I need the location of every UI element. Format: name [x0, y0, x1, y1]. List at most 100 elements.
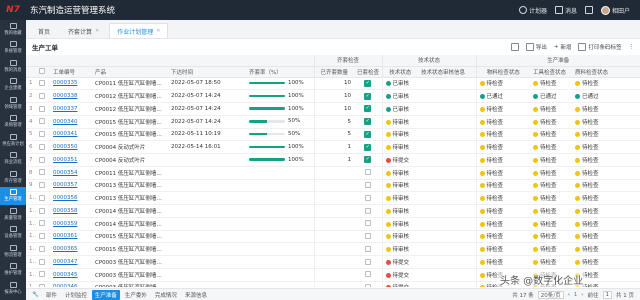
col-header-code[interactable]: 工单编号: [50, 66, 92, 78]
column-settings-button[interactable]: ⋮: [629, 44, 635, 50]
sidebar-item-12[interactable]: 物流管理: [0, 242, 26, 261]
kit-check-cell[interactable]: [354, 281, 383, 287]
order-code-link[interactable]: 0000365: [50, 242, 92, 256]
kit-check-cell[interactable]: ✓: [354, 140, 383, 154]
order-code-link[interactable]: 0000356: [50, 191, 92, 205]
kit-check-cell[interactable]: [354, 179, 383, 193]
order-code-link[interactable]: 0000350: [50, 140, 92, 154]
grid-menu-button[interactable]: [584, 6, 593, 14]
close-icon[interactable]: ✕: [95, 28, 99, 34]
col-header-rate[interactable]: 齐套率（%）: [246, 66, 314, 78]
sidebar-item-2[interactable]: 我的消息: [0, 57, 26, 76]
sidebar-item-3[interactable]: 企业建模: [0, 76, 26, 95]
row-checkbox[interactable]: [36, 230, 50, 244]
order-code-link[interactable]: 0000345: [50, 268, 92, 282]
tab-0[interactable]: 首页: [30, 23, 58, 38]
tab-1[interactable]: 齐套计算 ✕: [60, 23, 107, 38]
select-all-checkbox[interactable]: [36, 66, 50, 78]
table-row[interactable]: 14 0000365 CP0015 低压缸汽缸侧墙6... 待审核 待检查 待检查 待检查: [26, 242, 640, 256]
goto-input[interactable]: 1: [602, 290, 612, 299]
sidebar-item-4[interactable]: 领域管理: [0, 94, 26, 113]
row-checkbox[interactable]: [36, 77, 50, 91]
col-header-tool[interactable]: 工具检查状态: [530, 66, 573, 78]
order-code-link[interactable]: 0000340: [50, 115, 92, 129]
col-header-kit-check[interactable]: 已套检查: [354, 66, 383, 78]
table-row[interactable]: 2 0000338 CP0012 低压缸汽缸侧墙60... 2022-05-07 14…: [26, 89, 640, 103]
row-checkbox[interactable]: [36, 204, 50, 218]
sidebar-item-10[interactable]: 质量管理: [0, 205, 26, 224]
next-page-button[interactable]: ›: [581, 292, 583, 298]
col-header-tech-status[interactable]: 技术状态: [381, 66, 419, 78]
col-header-tech-review[interactable]: 技术状态审核信息: [418, 66, 477, 78]
row-checkbox[interactable]: [36, 281, 50, 287]
row-checkbox[interactable]: [36, 153, 50, 167]
table-row[interactable]: 4 0000340 CP0015 低压缸汽缸侧墙6... 2022-05-07 14:…: [26, 115, 640, 129]
order-code-link[interactable]: 0000351: [50, 153, 92, 167]
order-code-link[interactable]: 0000359: [50, 217, 92, 231]
kit-check-cell[interactable]: ✓: [354, 128, 383, 142]
sidebar-item-6[interactable]: 供应商计划: [0, 131, 26, 150]
add-button[interactable]: + 新增: [554, 43, 572, 51]
col-header-kitted-qty[interactable]: 已齐套数量: [313, 66, 354, 78]
kit-check-cell[interactable]: [354, 268, 383, 282]
row-checkbox[interactable]: [36, 242, 50, 256]
prev-page-button[interactable]: ‹: [568, 292, 570, 298]
order-code-link[interactable]: 0000358: [50, 204, 92, 218]
table-row[interactable]: 15 0000347 CP0003 低压缸汽缸侧墙6... 待提交 待检查 待检查 待检查: [26, 255, 640, 269]
row-checkbox[interactable]: [36, 179, 50, 193]
order-code-link[interactable]: 0000346: [50, 281, 92, 287]
kit-check-cell[interactable]: [354, 230, 383, 244]
close-icon[interactable]: ✕: [156, 28, 160, 34]
sidebar-item-0[interactable]: 我的收藏: [0, 20, 26, 39]
current-page[interactable]: 1: [574, 292, 578, 298]
user-menu[interactable]: 相田户: [600, 5, 630, 15]
sidebar-item-13[interactable]: 维护管理: [0, 261, 26, 280]
sidebar-item-14[interactable]: 报表中心: [0, 279, 26, 298]
row-checkbox[interactable]: [36, 102, 50, 116]
kit-check-cell[interactable]: ✓: [354, 89, 383, 103]
row-checkbox[interactable]: [36, 191, 50, 205]
table-row[interactable]: 9 0000357 CP0013 低压缸汽缸侧墙6... 待审核 待检查 待检查 待检查: [26, 179, 640, 193]
kit-check-cell[interactable]: ✓: [354, 153, 383, 167]
order-code-link[interactable]: 0000347: [50, 255, 92, 269]
kit-check-cell[interactable]: [354, 191, 383, 205]
sidebar-item-11[interactable]: 设备管理: [0, 224, 26, 243]
kit-check-cell[interactable]: [354, 217, 383, 231]
order-code-link[interactable]: 0000357: [50, 179, 92, 193]
bottom-tab-0[interactable]: 部件: [43, 290, 60, 300]
sidebar-item-8[interactable]: 库存管理: [0, 168, 26, 187]
row-checkbox[interactable]: [36, 268, 50, 282]
row-checkbox[interactable]: [36, 128, 50, 142]
table-row[interactable]: 1 0000335 CP0011 低压缸汽缸侧墙60... 2022-05-07 18…: [26, 77, 640, 91]
bottom-tab-1[interactable]: 计划监控: [62, 290, 90, 300]
sidebar-item-5[interactable]: 采购管理: [0, 113, 26, 132]
table-row[interactable]: 10 0000356 CP0013 低压缸汽缸侧墙6... 待审核 待检查 待检查 待检查: [26, 191, 640, 205]
page-size-select[interactable]: 20条/页: [537, 290, 564, 299]
sidebar-item-1[interactable]: 系统管理: [0, 39, 26, 58]
export-button[interactable]: 导出: [525, 43, 547, 51]
order-code-link[interactable]: 0000335: [50, 77, 92, 91]
bottom-tab-3[interactable]: 生产委外: [122, 290, 150, 300]
settings-button[interactable]: [510, 43, 519, 51]
col-header-material[interactable]: 物料检查状态: [475, 66, 531, 78]
col-header-product[interactable]: 产品: [92, 66, 168, 78]
kit-check-cell[interactable]: [354, 255, 383, 269]
bottom-tab-4[interactable]: 完成情况: [152, 290, 180, 300]
table-row[interactable]: 6 0000350 CP0004 反动式叶片 2022-05-14 16:01 100%…: [26, 140, 640, 154]
col-header-time[interactable]: 下达时间: [168, 66, 246, 78]
row-checkbox[interactable]: [36, 217, 50, 231]
table-row[interactable]: 7 0000351 CP0004 反动式叶片 100% 1 ✓ 待提交 待检查 待检查 待检查: [26, 153, 640, 167]
kit-check-cell[interactable]: ✓: [354, 115, 383, 129]
table-row[interactable]: 12 0000359 CP0014 低压缸汽缸侧墙6... 待审核 待检查 待检查 待检查: [26, 217, 640, 231]
table-row[interactable]: 13 0000361 CP0015 低压缸汽缸侧墙6... 待审核 待检查 待检查 待检查: [26, 230, 640, 244]
order-code-link[interactable]: 0000337: [50, 102, 92, 116]
kit-check-cell[interactable]: [354, 242, 383, 256]
order-code-link[interactable]: 0000338: [50, 89, 92, 103]
sidebar-item-9[interactable]: 生产管理: [0, 186, 26, 205]
notify-link[interactable]: 消息: [554, 6, 577, 15]
table-row[interactable]: 8 0000354 CP0011 低压缸汽缸侧墙6... 待审核 待检查 待检查 待检查: [26, 166, 640, 180]
bottom-tab-2[interactable]: 生产准备: [91, 289, 120, 300]
order-code-link[interactable]: 0000341: [50, 128, 92, 142]
row-checkbox[interactable]: [36, 255, 50, 269]
tab-2[interactable]: 作业计划管理 ✕: [109, 23, 169, 38]
